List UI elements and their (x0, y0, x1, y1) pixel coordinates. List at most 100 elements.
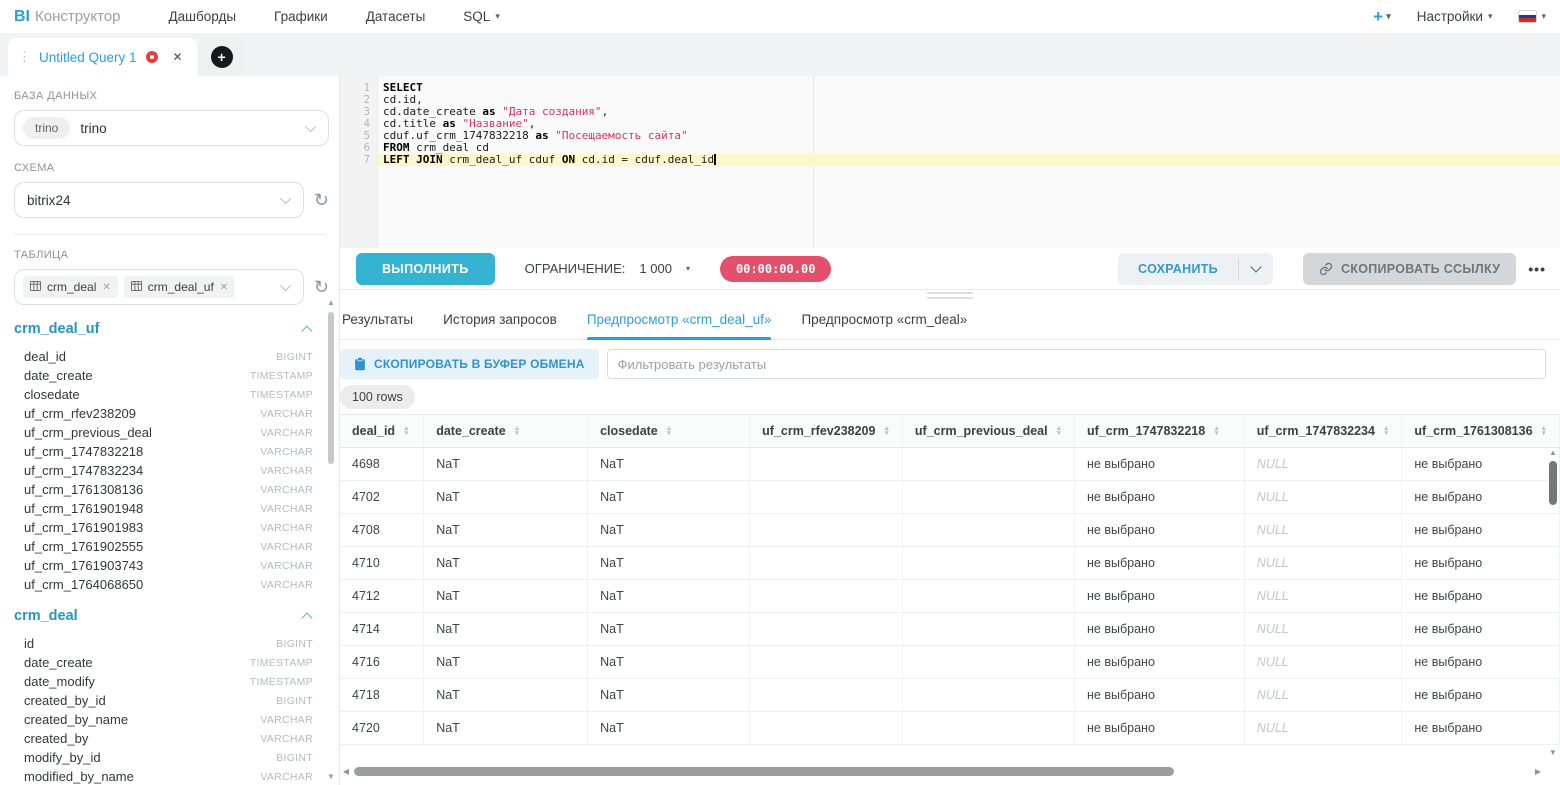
schema-field-row[interactable]: created_by_nameVARCHAR (14, 710, 313, 729)
schema-section-header-crm_deal[interactable]: crm_deal (14, 608, 313, 624)
schema-section-header-crm_deal_uf[interactable]: crm_deal_uf (14, 321, 313, 337)
remove-chip-icon[interactable]: ✕ (220, 282, 228, 293)
table-grid-icon (131, 280, 142, 294)
column-header-date_create[interactable]: date_create▲▼ (424, 415, 588, 448)
language-selector[interactable]: ▾ (1518, 10, 1546, 23)
column-header-uf_crm_1747832234[interactable]: uf_crm_1747832234▲▼ (1244, 415, 1402, 448)
table-chip: crm_deal_uf✕ (124, 276, 235, 298)
horizontal-scroll-thumb[interactable] (354, 767, 1174, 776)
schema-field-row[interactable]: uf_crm_previous_dealVARCHAR (14, 423, 313, 442)
sort-icon[interactable]: ▲▼ (514, 426, 520, 436)
refresh-schema-icon[interactable]: ↻ (314, 191, 329, 209)
editor-line-number: 5 (340, 130, 377, 142)
sort-icon[interactable]: ▲▼ (403, 426, 409, 436)
sort-icon[interactable]: ▲▼ (1056, 426, 1062, 436)
scroll-up-icon[interactable]: ▲ (326, 298, 336, 307)
column-header-closedate[interactable]: closedate▲▼ (588, 415, 750, 448)
copy-to-clipboard-button[interactable]: СКОПИРОВАТЬ В БУФЕР ОБМЕНА (340, 349, 599, 379)
nav-item-датасеты[interactable]: Датасеты (366, 9, 426, 24)
sort-icon[interactable]: ▲▼ (1383, 426, 1389, 436)
vertical-scroll-thumb[interactable] (1549, 461, 1557, 505)
scroll-right-icon[interactable]: ▶ (1532, 767, 1544, 776)
query-tab-active[interactable]: ⋮ Untitled Query 1 ✕ (8, 38, 197, 76)
database-select[interactable]: trino trino (14, 110, 329, 146)
schema-field-row[interactable]: uf_crm_1761901983VARCHAR (14, 518, 313, 537)
column-header-uf_crm_rfev238209[interactable]: uf_crm_rfev238209▲▼ (750, 415, 903, 448)
schema-field-row[interactable]: date_createTIMESTAMP (14, 653, 313, 672)
schema-field-row[interactable]: date_createTIMESTAMP (14, 366, 313, 385)
close-tab-icon[interactable]: ✕ (173, 50, 183, 64)
table-horizontal-scrollbar[interactable]: ◀ ▶ (340, 765, 1544, 777)
scroll-left-icon[interactable]: ◀ (340, 767, 352, 776)
panel-resize-handle[interactable] (340, 290, 1560, 300)
result-tab-1[interactable]: История запросов (443, 300, 557, 339)
editor-code-area[interactable]: SELECTcd.id,cd.date_create as "Дата созд… (378, 76, 1560, 248)
field-type: VARCHAR (260, 503, 313, 515)
main-area: БАЗА ДАННЫХ trino trino СХЕМА bitrix24 ↻… (0, 76, 1560, 785)
schema-field-row[interactable]: uf_crm_1761903743VARCHAR (14, 556, 313, 575)
table-cell: 4708 (340, 514, 424, 547)
save-options-button[interactable] (1239, 253, 1273, 285)
schema-field-row[interactable]: created_by_idBIGINT (14, 691, 313, 710)
table-vertical-scrollbar[interactable]: ▲ ▼ (1546, 448, 1560, 757)
schema-field-row[interactable]: modified_by_nameVARCHAR (14, 767, 313, 785)
column-header-uf_crm_1761308136[interactable]: uf_crm_1761308136▲▼ (1402, 415, 1560, 448)
schema-field-row[interactable]: uf_crm_1747832218VARCHAR (14, 442, 313, 461)
new-query-tab-button[interactable]: + (211, 46, 233, 68)
schema-field-row[interactable]: created_byVARCHAR (14, 729, 313, 748)
sort-icon[interactable]: ▲▼ (1541, 426, 1547, 436)
result-tab-2[interactable]: Предпросмотр «crm_deal_uf» (587, 300, 772, 339)
sidebar-scroll-thumb[interactable] (328, 312, 334, 464)
field-type: BIGINT (276, 695, 313, 707)
table-multiselect[interactable]: crm_deal✕crm_deal_uf✕ (14, 269, 304, 305)
scroll-down-icon[interactable]: ▼ (1546, 748, 1560, 757)
filter-results-input[interactable] (607, 349, 1546, 379)
save-button[interactable]: СОХРАНИТЬ (1118, 253, 1238, 285)
app-logo[interactable]: BI Конструктор (14, 8, 121, 26)
schema-field-row[interactable]: uf_crm_1761308136VARCHAR (14, 480, 313, 499)
scroll-up-icon[interactable]: ▲ (1546, 448, 1560, 457)
column-header-deal_id[interactable]: deal_id▲▼ (340, 415, 424, 448)
field-type: BIGINT (276, 752, 313, 764)
schema-field-row[interactable]: idBIGINT (14, 634, 313, 653)
field-name: date_modify (24, 674, 95, 689)
schema-field-sections: crm_deal_ufdeal_idBIGINTdate_createTIMES… (14, 321, 339, 785)
sidebar-scrollbar[interactable]: ▲ ▼ (326, 298, 336, 781)
schema-field-row[interactable]: modify_by_idBIGINT (14, 748, 313, 767)
schema-field-row[interactable]: uf_crm_1747832234VARCHAR (14, 461, 313, 480)
sort-icon[interactable]: ▲▼ (666, 426, 672, 436)
nav-item-дашборды[interactable]: Дашборды (169, 9, 237, 24)
refresh-tables-icon[interactable]: ↻ (314, 278, 329, 296)
schema-field-row[interactable]: uf_crm_rfev238209VARCHAR (14, 404, 313, 423)
schema-field-row[interactable]: date_modifyTIMESTAMP (14, 672, 313, 691)
schema-field-row[interactable]: uf_crm_1764068650VARCHAR (14, 575, 313, 594)
add-new-button[interactable]: + ▾ (1373, 7, 1390, 27)
limit-dropdown[interactable]: ОГРАНИЧЕНИЕ: 1 000 ▾ (525, 261, 690, 276)
schema-field-row[interactable]: uf_crm_1761902555VARCHAR (14, 537, 313, 556)
sql-editor[interactable]: 1234567 SELECTcd.id,cd.date_create as "Д… (340, 76, 1560, 248)
schema-field-row[interactable]: deal_idBIGINT (14, 347, 313, 366)
table-cell (902, 646, 1074, 679)
scroll-down-icon[interactable]: ▼ (326, 772, 336, 781)
copy-link-button[interactable]: СКОПИРОВАТЬ ССЫЛКУ (1303, 253, 1516, 285)
drag-handle-icon[interactable]: ⋮ (18, 49, 30, 65)
column-header-uf_crm_previous_deal[interactable]: uf_crm_previous_deal▲▼ (902, 415, 1074, 448)
run-query-button[interactable]: ВЫПОЛНИТЬ (356, 253, 495, 285)
table-cell (902, 448, 1074, 481)
field-name: deal_id (24, 349, 66, 364)
result-tab-0[interactable]: Результаты (342, 300, 413, 339)
editor-line-numbers: 1234567 (340, 76, 378, 248)
nav-item-sql[interactable]: SQL ▾ (463, 9, 500, 24)
remove-chip-icon[interactable]: ✕ (102, 282, 110, 293)
schema-field-row[interactable]: uf_crm_1761901948VARCHAR (14, 499, 313, 518)
table-cell: NaT (424, 514, 588, 547)
result-tab-3[interactable]: Предпросмотр «crm_deal» (801, 300, 967, 339)
settings-menu[interactable]: Настройки ▾ (1417, 9, 1493, 24)
more-options-button[interactable]: ••• (1528, 261, 1546, 277)
nav-item-графики[interactable]: Графики (274, 9, 328, 24)
schema-select[interactable]: bitrix24 (14, 182, 304, 218)
sort-icon[interactable]: ▲▼ (883, 426, 889, 436)
schema-field-row[interactable]: closedateTIMESTAMP (14, 385, 313, 404)
sort-icon[interactable]: ▲▼ (1213, 426, 1219, 436)
column-header-uf_crm_1747832218[interactable]: uf_crm_1747832218▲▼ (1075, 415, 1245, 448)
